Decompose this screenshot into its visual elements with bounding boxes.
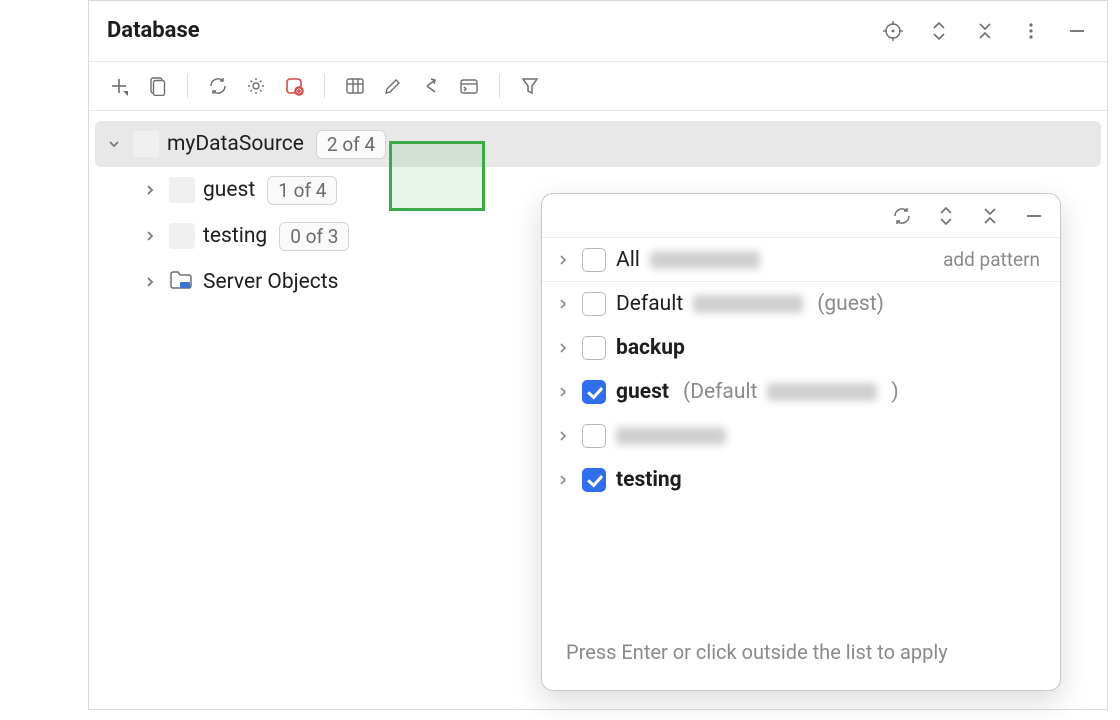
item-label: guest [616,380,669,404]
chevron-down-icon[interactable] [103,133,125,155]
chevron-right-icon[interactable] [554,342,572,354]
toolbar-separator [499,74,500,98]
popup-row-backup[interactable]: backup [542,326,1060,370]
schema-count-badge[interactable]: 2 of 4 [316,130,386,159]
expand-icon[interactable] [934,204,958,228]
chevron-right-icon[interactable] [554,298,572,310]
node-label: guest [203,178,255,202]
gear-icon[interactable] [244,74,268,98]
database-panel: Database [88,0,1108,710]
filter-icon[interactable] [518,74,542,98]
checkbox-default[interactable] [582,292,606,316]
item-label: All [616,248,640,272]
chevron-right-icon[interactable] [139,271,161,293]
blurred-text [693,295,803,313]
toolbar-separator [187,74,188,98]
schema-count-badge[interactable]: 0 of 3 [279,222,349,251]
item-label: testing [616,468,682,492]
node-label: Server Objects [203,270,339,294]
more-icon[interactable] [1019,19,1043,43]
popup-row-all[interactable]: All add pattern [542,238,1060,282]
item-suffix: (Default [683,380,757,404]
target-icon[interactable] [881,19,905,43]
folder-icon [169,269,195,295]
popup-row-testing[interactable]: testing [542,458,1060,502]
checkbox-guest[interactable] [582,380,606,404]
add-icon[interactable] [107,74,131,98]
checkbox-testing[interactable] [582,468,606,492]
stop-icon[interactable] [282,74,306,98]
item-suffix: (guest) [817,292,884,316]
chevron-right-icon[interactable] [139,179,161,201]
checkbox-postgres[interactable] [582,424,606,448]
node-label: myDataSource [167,132,304,156]
chevron-right-icon[interactable] [554,430,572,442]
blurred-text [767,383,877,401]
scratch-icon[interactable] [145,74,169,98]
jump-icon[interactable] [419,74,443,98]
chevron-right-icon[interactable] [139,225,161,247]
refresh-icon[interactable] [890,204,914,228]
chevron-right-icon[interactable] [554,254,572,266]
popup-header [542,194,1060,238]
chevron-right-icon[interactable] [554,386,572,398]
popup-list: All add pattern Default (guest) backup [542,238,1060,624]
edit-icon[interactable] [381,74,405,98]
chevron-right-icon[interactable] [554,474,572,486]
refresh-icon[interactable] [206,74,230,98]
expand-icon[interactable] [927,19,951,43]
minimize-icon[interactable] [1022,204,1046,228]
item-label: Default [616,292,683,316]
toolbar [89,61,1107,111]
item-label: backup [616,336,685,360]
collapse-icon[interactable] [973,19,997,43]
popup-row-guest[interactable]: guest (Default ) [542,370,1060,414]
tree-node-datasource[interactable]: myDataSource 2 of 4 [95,121,1101,167]
table-icon[interactable] [343,74,367,98]
collapse-icon[interactable] [978,204,1002,228]
popup-row-postgres[interactable] [542,414,1060,458]
item-suffix-tail: ) [891,380,898,404]
node-label: testing [203,224,267,248]
console-icon[interactable] [457,74,481,98]
checkbox-backup[interactable] [582,336,606,360]
schema-popup: All add pattern Default (guest) backup [541,193,1061,691]
blurred-text [616,427,726,445]
checkbox-all[interactable] [582,248,606,272]
schema-count-badge[interactable]: 1 of 4 [267,176,337,205]
database-icon [169,177,195,203]
add-pattern-link[interactable]: add pattern [943,248,1040,271]
database-icon [169,223,195,249]
panel-title: Database [107,18,881,43]
blurred-text [650,251,760,269]
panel-header: Database [89,1,1107,61]
toolbar-separator [324,74,325,98]
popup-footer-hint: Press Enter or click outside the list to… [542,624,1060,690]
minimize-icon[interactable] [1065,19,1089,43]
datasource-icon [133,131,159,157]
popup-row-default[interactable]: Default (guest) [542,282,1060,326]
header-actions [881,19,1089,43]
